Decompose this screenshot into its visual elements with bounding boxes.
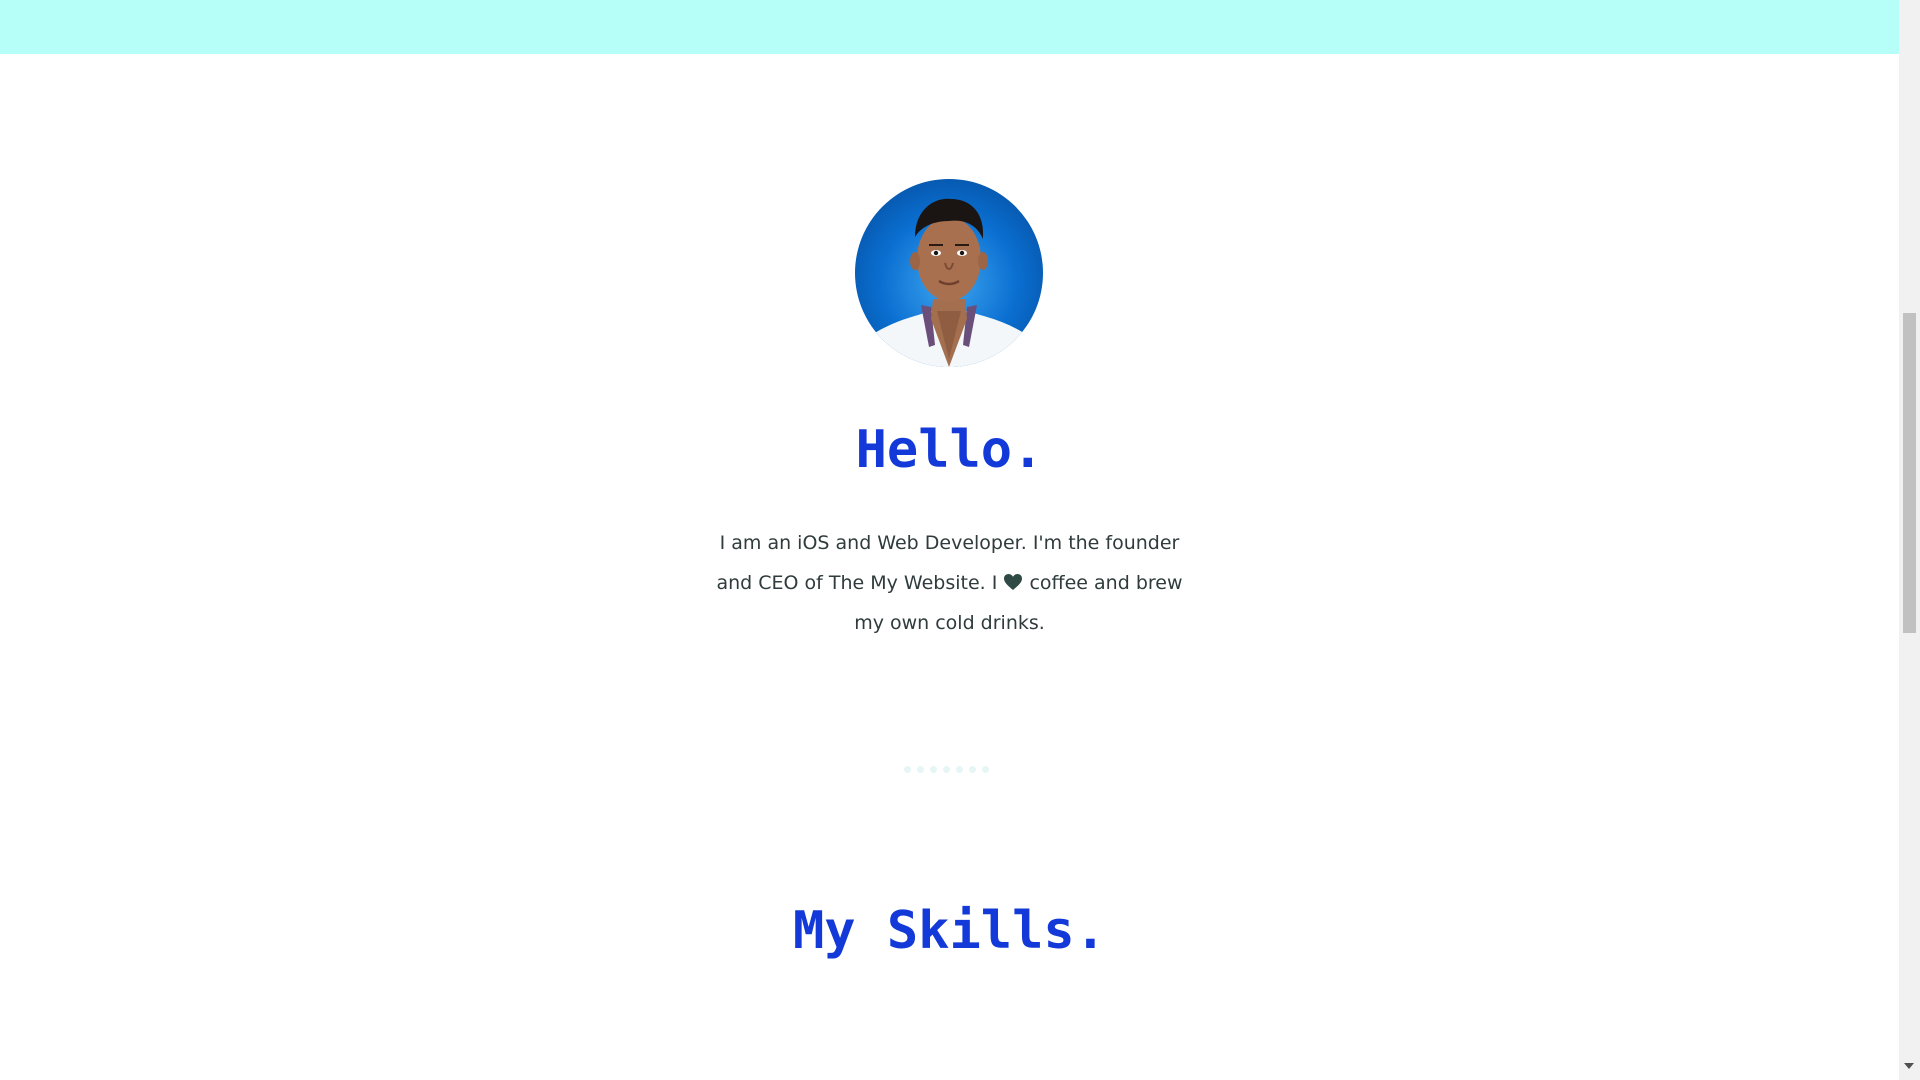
intro-text: I am an iOS and Web Developer. I'm the f… [700, 523, 1199, 643]
heart-icon [1003, 565, 1023, 590]
divider-dot [956, 766, 963, 773]
section-divider [904, 766, 989, 776]
skills-heading: My Skills. [792, 901, 1107, 961]
divider-dot [917, 766, 924, 773]
divider-dot [943, 766, 950, 773]
vertical-scrollbar[interactable] [1899, 0, 1920, 1080]
page-viewport: Hello. I am an iOS and Web Developer. I'… [0, 0, 1899, 1080]
profile-photo-icon [855, 179, 1043, 367]
divider-dot [969, 766, 976, 773]
avatar [855, 179, 1043, 367]
divider-dot [904, 766, 911, 773]
divider-dot [982, 766, 989, 773]
scroll-down-arrow-icon[interactable] [1904, 1063, 1914, 1069]
scrollbar-thumb[interactable] [1903, 313, 1916, 633]
header-band [0, 0, 1899, 54]
divider-dot [930, 766, 937, 773]
hello-heading: Hello. [855, 420, 1044, 480]
